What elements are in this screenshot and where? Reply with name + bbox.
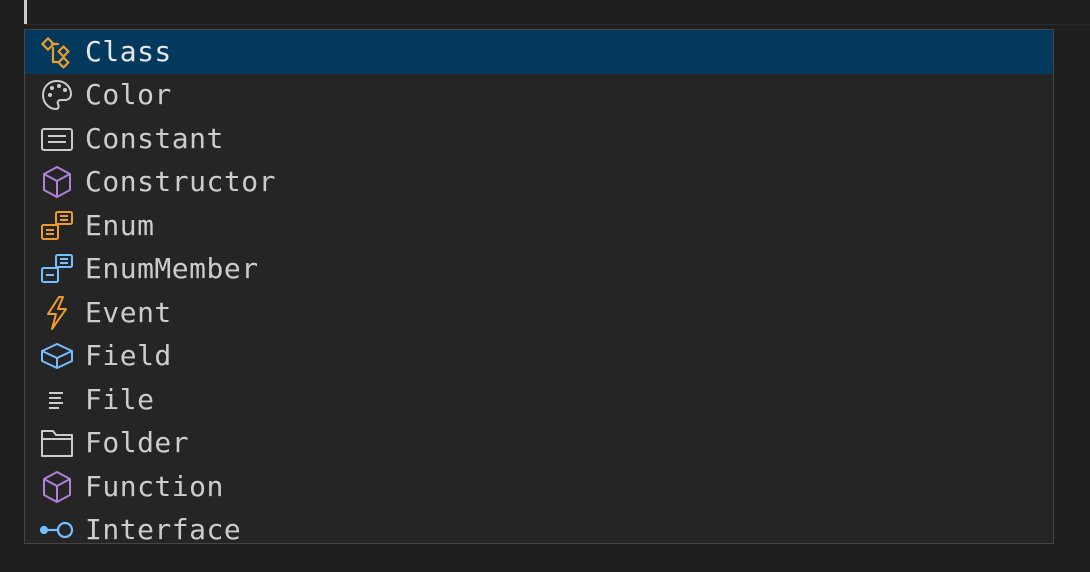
suggestion-label: Constructor (85, 165, 276, 199)
symbol-class-icon (39, 34, 75, 70)
suggestion-item-interface[interactable]: Interface (25, 509, 1053, 544)
suggestion-label: Interface (85, 513, 242, 544)
suggestion-label: Event (85, 295, 172, 329)
symbol-enum-icon (39, 208, 75, 244)
suggestion-label: Color (85, 78, 172, 112)
suggestion-item-folder[interactable]: Folder (25, 422, 1053, 466)
symbol-file-icon (39, 382, 75, 418)
suggestion-item-event[interactable]: Event (25, 291, 1053, 335)
suggestion-label: Constant (85, 121, 224, 155)
text-cursor (24, 0, 27, 24)
suggestion-item-constant[interactable]: Constant (25, 117, 1053, 161)
suggestion-item-color[interactable]: Color (25, 74, 1053, 118)
editor-line[interactable] (24, 0, 1090, 25)
suggest-widget[interactable]: Class Color Constant Constructor Enum En… (24, 29, 1054, 544)
suggestion-label: Folder (85, 426, 190, 460)
symbol-constant-icon (39, 121, 75, 157)
symbol-function-icon (39, 469, 75, 505)
suggestion-label: File (85, 382, 155, 416)
suggestion-item-field[interactable]: Field (25, 335, 1053, 379)
suggestion-item-constructor[interactable]: Constructor (25, 161, 1053, 205)
suggestion-label: Enum (85, 208, 155, 242)
symbol-interface-icon (39, 512, 75, 543)
suggestion-item-class[interactable]: Class (25, 30, 1053, 74)
suggestion-label: Field (85, 339, 172, 373)
symbol-color-icon (39, 77, 75, 113)
symbol-folder-icon (39, 425, 75, 461)
symbol-enum-member-icon (39, 251, 75, 287)
symbol-event-icon (39, 295, 75, 331)
suggestion-item-enum[interactable]: Enum (25, 204, 1053, 248)
symbol-field-icon (39, 338, 75, 374)
suggestion-label: EnumMember (85, 252, 259, 286)
suggestion-item-file[interactable]: File (25, 378, 1053, 422)
suggestion-item-enummember[interactable]: EnumMember (25, 248, 1053, 292)
suggestion-label: Function (85, 469, 224, 503)
suggestion-label: Class (85, 34, 172, 68)
symbol-constructor-icon (39, 164, 75, 200)
suggestion-item-function[interactable]: Function (25, 465, 1053, 509)
